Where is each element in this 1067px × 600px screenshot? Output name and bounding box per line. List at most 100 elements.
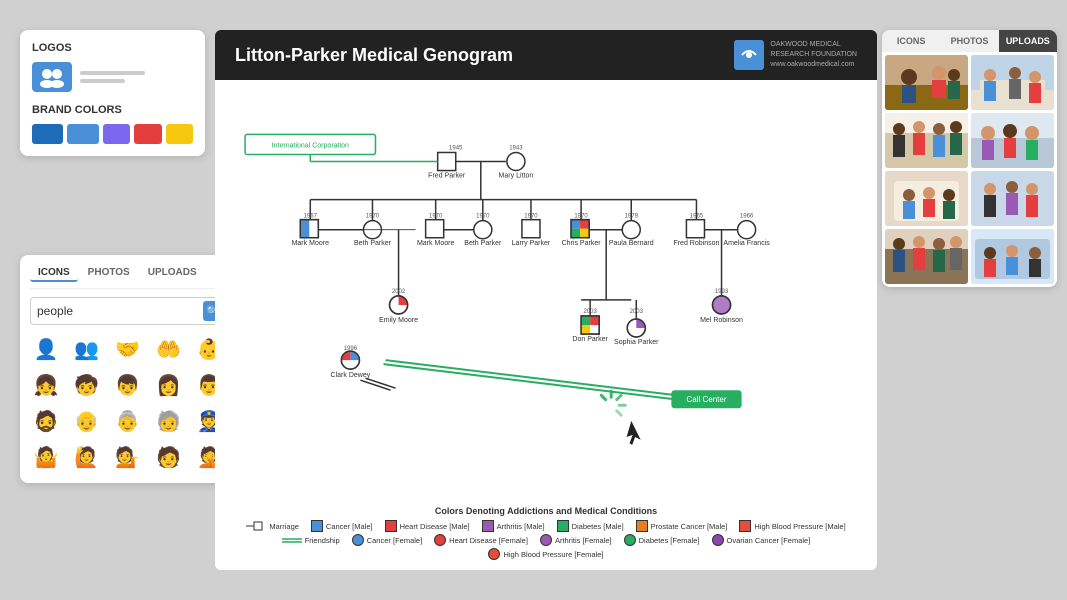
svg-text:1993: 1993 [715, 289, 729, 295]
legend-heart-female: Heart Disease [Female] [434, 534, 528, 546]
svg-text:Fred Robinson: Fred Robinson [673, 240, 719, 247]
svg-text:Mary Litton: Mary Litton [499, 173, 534, 180]
right-panel: ICONS PHOTOS UPLOADS [882, 30, 1057, 287]
svg-text:Paula Bernard: Paula Bernard [609, 240, 654, 247]
photo-4[interactable] [971, 113, 1054, 168]
icon-14[interactable]: 🧓 [152, 405, 184, 437]
photo-8[interactable] [971, 229, 1054, 284]
svg-text:Chris Parker: Chris Parker [562, 240, 602, 247]
genogram-body: International Corporation 1945 Fred Park… [215, 80, 877, 570]
legend-cancer-male: Cancer [Male] [311, 520, 373, 532]
right-tab-icons[interactable]: ICONS [882, 30, 940, 52]
svg-text:Emily Moore: Emily Moore [379, 317, 418, 324]
logos-brand-panel: LOGOS BRAND COLORS [20, 30, 205, 156]
svg-text:International Corporation: International Corporation [272, 142, 349, 149]
icon-19[interactable]: 🧑 [152, 441, 184, 473]
legend-ovarian: Ovarian Cancer [Female] [712, 534, 811, 546]
photo-7[interactable] [885, 229, 968, 284]
svg-text:1970: 1970 [476, 214, 490, 220]
brand-colors-title: BRAND COLORS [32, 104, 193, 116]
foundation-logo: OAKWOOD MEDICALRESEARCH FOUNDATIONwww.oa… [734, 40, 857, 70]
svg-text:Fred Parker: Fred Parker [428, 173, 466, 180]
legend-marriage: Marriage [246, 520, 299, 532]
search-bar: 🔍 [30, 297, 230, 325]
photo-6[interactable] [971, 171, 1054, 226]
svg-text:Mark Moore: Mark Moore [292, 240, 330, 247]
svg-text:Beth Parker: Beth Parker [464, 240, 502, 247]
tab-icons[interactable]: ICONS [30, 265, 78, 282]
icon-16[interactable]: 🤷 [30, 441, 62, 473]
genogram-svg: International Corporation 1945 Fred Park… [215, 80, 877, 570]
swatch-3[interactable] [103, 124, 130, 144]
legend-items: Marriage Cancer [Male] Heart Disease [Ma… [225, 520, 867, 560]
icon-13[interactable]: 👵 [112, 405, 144, 437]
icon-1[interactable]: 👤 [30, 333, 62, 365]
main-genogram-area: Litton-Parker Medical Genogram OAKWOOD M… [215, 30, 877, 570]
svg-text:2003: 2003 [583, 309, 597, 315]
svg-text:1979: 1979 [625, 214, 639, 220]
legend-hbp-female: High Blood Pressure [Female] [488, 548, 603, 560]
legend-diabetes-male: Diabetes [Male] [557, 520, 624, 532]
swatch-5[interactable] [166, 124, 193, 144]
icon-12[interactable]: 👴 [71, 405, 103, 437]
icon-2[interactable]: 👥 [71, 333, 103, 365]
legend: Colors Denoting Addictions and Medical C… [225, 506, 867, 560]
legend-arthritis-female: Arthritis [Female] [540, 534, 612, 546]
svg-text:1970: 1970 [429, 214, 443, 220]
swatch-2[interactable] [67, 124, 98, 144]
genogram-title: Litton-Parker Medical Genogram [235, 45, 513, 66]
svg-text:1970: 1970 [366, 214, 380, 220]
brand-colors-row [32, 124, 193, 144]
icon-3[interactable]: 🤝 [112, 333, 144, 365]
icon-4[interactable]: 🤲 [152, 333, 184, 365]
icon-11[interactable]: 🧔 [30, 405, 62, 437]
photo-2[interactable] [971, 55, 1054, 110]
icon-9[interactable]: 👩 [152, 369, 184, 401]
icon-7[interactable]: 🧒 [71, 369, 103, 401]
photo-5[interactable] [885, 171, 968, 226]
icon-8[interactable]: 👦 [112, 369, 144, 401]
legend-prostate: Prostate Cancer [Male] [636, 520, 728, 532]
logo-icon [32, 62, 72, 92]
svg-text:1970: 1970 [574, 214, 588, 220]
svg-text:Mel Robinson: Mel Robinson [700, 317, 743, 324]
genogram-header: Litton-Parker Medical Genogram OAKWOOD M… [215, 30, 877, 80]
svg-text:1945: 1945 [449, 145, 463, 151]
svg-text:1966: 1966 [740, 214, 754, 220]
svg-text:Clark Dewey: Clark Dewey [331, 372, 371, 379]
svg-text:1965: 1965 [690, 214, 704, 220]
icon-6[interactable]: 👧 [30, 369, 62, 401]
svg-text:Call Center: Call Center [686, 395, 726, 404]
icons-panel-tabs: ICONS PHOTOS UPLOADS [30, 265, 230, 289]
tab-uploads[interactable]: UPLOADS [140, 265, 205, 282]
logo-area [32, 62, 193, 92]
legend-diabetes-female: Diabetes [Female] [624, 534, 700, 546]
logo-text-lines [80, 71, 145, 83]
legend-arthritis-male: Arthritis [Male] [482, 520, 545, 532]
legend-friendship: Friendship [282, 534, 340, 546]
svg-text:Don Parker: Don Parker [572, 336, 608, 343]
svg-text:1970: 1970 [524, 214, 538, 220]
logos-title: LOGOS [32, 42, 193, 54]
tab-photos[interactable]: PHOTOS [80, 265, 138, 282]
right-panel-tabs: ICONS PHOTOS UPLOADS [882, 30, 1057, 52]
legend-cancer-female: Cancer [Female] [352, 534, 422, 546]
svg-text:Larry Parker: Larry Parker [512, 240, 551, 247]
svg-text:Beth Parker: Beth Parker [354, 240, 392, 247]
svg-text:1967: 1967 [304, 214, 318, 220]
search-input[interactable] [37, 304, 203, 318]
photo-1[interactable] [885, 55, 968, 110]
legend-title: Colors Denoting Addictions and Medical C… [225, 506, 867, 516]
icons-grid: 👤 👥 🤝 🤲 👶 👧 🧒 👦 👩 👨 🧔 👴 👵 🧓 👮 🤷 🙋 💁 🧑 🤦 [30, 333, 230, 473]
icon-17[interactable]: 🙋 [71, 441, 103, 473]
photo-3[interactable] [885, 113, 968, 168]
swatch-1[interactable] [32, 124, 63, 144]
legend-heart-male: Heart Disease [Male] [385, 520, 470, 532]
icon-18[interactable]: 💁 [112, 441, 144, 473]
svg-text:2002: 2002 [392, 289, 406, 295]
photos-grid [882, 52, 1057, 287]
swatch-4[interactable] [134, 124, 161, 144]
right-tab-photos[interactable]: PHOTOS [940, 30, 998, 52]
right-tab-uploads[interactable]: UPLOADS [999, 30, 1057, 52]
svg-text:Amelia Francis: Amelia Francis [723, 240, 770, 247]
